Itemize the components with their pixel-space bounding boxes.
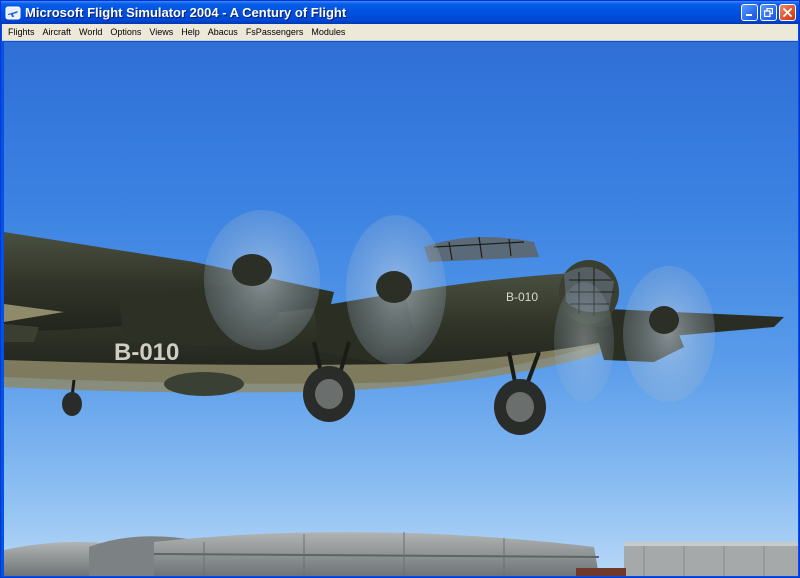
fuselage-code: B-010 xyxy=(114,339,179,366)
restore-button[interactable] xyxy=(760,4,777,21)
simulator-3d-view[interactable]: B-010 B-010 xyxy=(4,42,798,576)
window-title: Microsoft Flight Simulator 2004 - A Cent… xyxy=(25,5,347,20)
aircraft-registration: B-010 xyxy=(506,290,538,304)
menu-world[interactable]: World xyxy=(75,24,106,41)
minimize-icon xyxy=(746,14,752,16)
app-window: Microsoft Flight Simulator 2004 - A Cent… xyxy=(0,0,800,578)
close-button[interactable] xyxy=(779,4,796,21)
lancaster-bomber xyxy=(4,210,784,435)
hangar-right xyxy=(576,542,798,576)
menu-views[interactable]: Views xyxy=(145,24,177,41)
menu-flights[interactable]: Flights xyxy=(2,24,39,41)
minimize-button[interactable] xyxy=(741,4,758,21)
propeller-disc-4 xyxy=(554,282,614,402)
menu-help[interactable]: Help xyxy=(177,24,204,41)
menu-abacus[interactable]: Abacus xyxy=(204,24,242,41)
flight-simulator-app-icon[interactable] xyxy=(5,5,21,21)
caption-buttons xyxy=(741,4,796,21)
restore-icon xyxy=(764,8,773,17)
propeller-disc-3 xyxy=(623,266,715,402)
menu-modules[interactable]: Modules xyxy=(307,24,349,41)
menu-fspassengers[interactable]: FsPassengers xyxy=(242,24,308,41)
hangar-left xyxy=(4,532,600,576)
menu-bar: Flights Aircraft World Options Views Hel… xyxy=(2,24,798,41)
menu-options[interactable]: Options xyxy=(106,24,145,41)
menu-aircraft[interactable]: Aircraft xyxy=(39,24,76,41)
flight-scene: B-010 B-010 xyxy=(4,210,798,576)
close-icon xyxy=(783,8,792,17)
title-bar[interactable]: Microsoft Flight Simulator 2004 - A Cent… xyxy=(1,1,799,24)
